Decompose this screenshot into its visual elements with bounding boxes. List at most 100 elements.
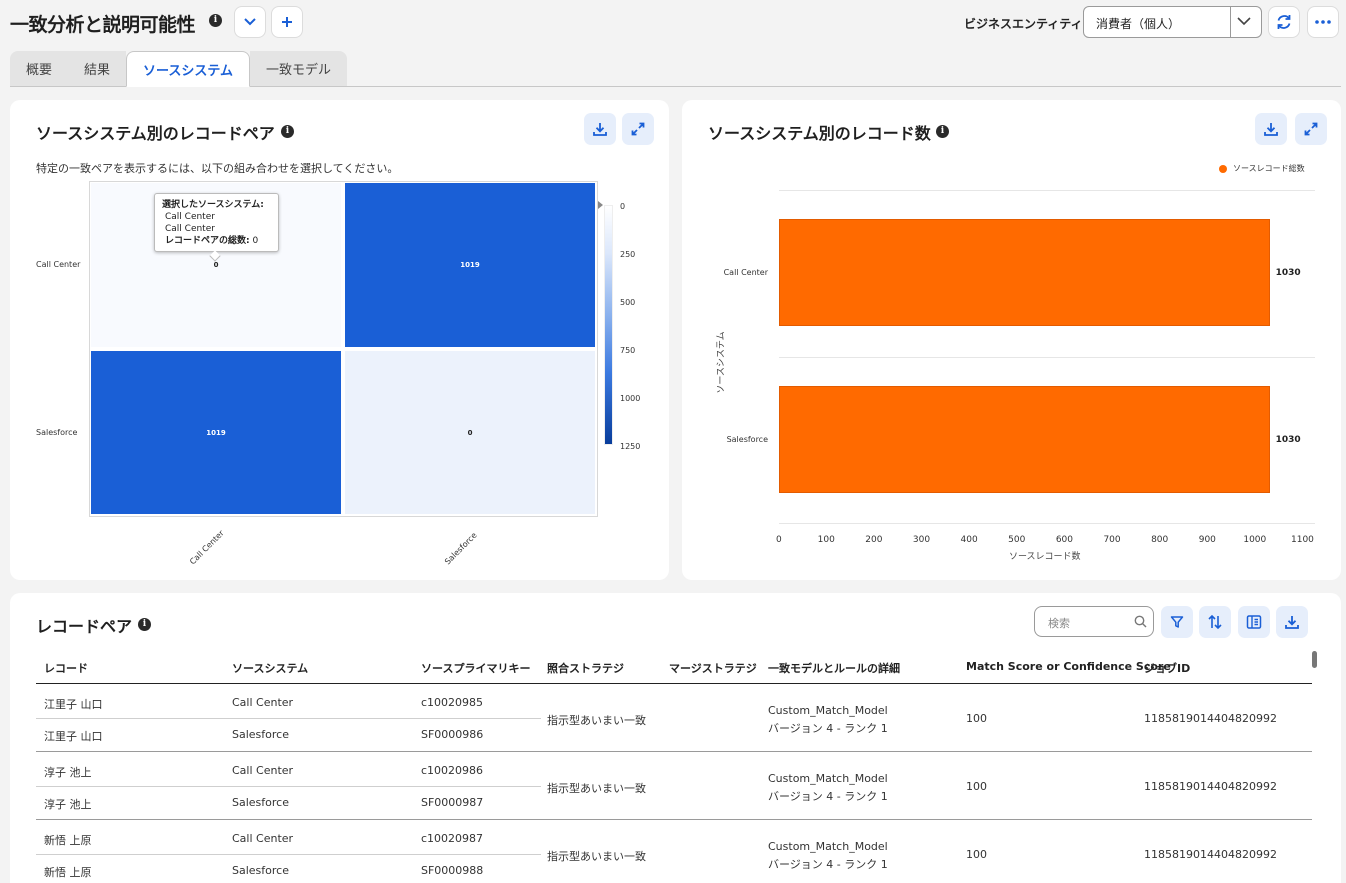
bar-value-label: 1030 xyxy=(1275,268,1301,278)
column-header-primary-key[interactable]: ソースプライマリキー xyxy=(421,660,530,676)
gridline xyxy=(779,357,1315,358)
match-model-detail: バージョン 4 - ランク 1 xyxy=(768,722,888,735)
colorbar-tick: 1250 xyxy=(620,442,641,451)
column-header-score[interactable]: Match Score or Confidence Score xyxy=(966,660,1171,673)
match-strategy: 指示型あいまい一致 xyxy=(547,714,646,727)
bar-salesforce[interactable] xyxy=(779,386,1270,493)
column-header-merge-strategy[interactable]: マージストラテジ xyxy=(669,660,757,676)
record-name: 新悟 上原 xyxy=(44,866,92,879)
primary-key: c10020985 xyxy=(421,696,484,709)
legend-marker xyxy=(1219,165,1227,173)
match-model-name: Custom_Match_Model xyxy=(768,840,888,853)
x-tick-label: 300 xyxy=(912,535,931,545)
x-tick-label: 800 xyxy=(1151,535,1169,545)
refresh-icon xyxy=(1277,15,1291,29)
job-id: 1185819014404820992 xyxy=(1144,780,1277,793)
column-header-model-rules[interactable]: 一致モデルとルールの詳細 xyxy=(768,660,900,676)
expand-menu-button[interactable] xyxy=(234,6,266,38)
business-entity-select[interactable]: 消費者（個人） xyxy=(1083,6,1262,38)
source-system: Salesforce xyxy=(232,728,289,741)
chevron-down-icon xyxy=(244,18,256,26)
match-score: 100 xyxy=(966,712,987,725)
x-tick-label: 0 xyxy=(776,535,782,545)
refresh-button[interactable] xyxy=(1268,6,1300,38)
match-model-name: Custom_Match_Model xyxy=(768,704,888,717)
match-model-detail: バージョン 4 - ランク 1 xyxy=(768,790,888,803)
heatmap-cell-callcenter-salesforce[interactable]: 1019 xyxy=(345,183,595,347)
colorbar-tick: 1000 xyxy=(620,394,641,403)
x-tick-label: 1000 xyxy=(1243,535,1267,545)
heatmap-row-label: Call Center xyxy=(36,260,81,269)
x-tick-label: 400 xyxy=(960,535,978,545)
bar-value-label: 1030 xyxy=(1275,435,1301,445)
primary-key: SF0000987 xyxy=(421,796,484,809)
business-entity-value: 消費者（個人） xyxy=(1096,17,1181,31)
add-button[interactable] xyxy=(271,6,303,38)
record-name: 新悟 上原 xyxy=(44,834,92,847)
select-divider xyxy=(1230,7,1231,37)
tab-overview[interactable]: 概要 xyxy=(10,51,69,86)
heatmap-tooltip: 選択したソースシステム: Call Center Call Center レコー… xyxy=(154,193,279,252)
row-inner-divider xyxy=(36,854,541,855)
colorbar xyxy=(604,205,613,445)
tab-source-systems[interactable]: ソースシステム xyxy=(126,51,250,87)
info-icon[interactable]: i xyxy=(936,125,949,138)
match-score: 100 xyxy=(966,848,987,861)
match-model-detail: バージョン 4 - ランク 1 xyxy=(768,858,888,871)
cell-value: 0 xyxy=(213,261,219,269)
bar-category-label: Call Center xyxy=(723,268,768,277)
primary-key: c10020986 xyxy=(421,764,484,777)
columns-button[interactable] xyxy=(1238,606,1270,638)
column-header-job-id[interactable]: ジョブID xyxy=(1144,660,1190,676)
expand-button[interactable] xyxy=(622,113,654,145)
legend-label: ソースレコード総数 xyxy=(1233,164,1305,173)
primary-key: c10020987 xyxy=(421,832,484,845)
tab-results[interactable]: 結果 xyxy=(68,51,127,86)
heatmap-row-label: Salesforce xyxy=(36,428,78,437)
row-divider xyxy=(36,819,1312,820)
x-tick-label: 700 xyxy=(1103,535,1121,545)
info-icon[interactable]: i xyxy=(209,14,222,27)
record-pairs-title: レコードペア xyxy=(36,617,133,636)
heatmap-card-title: ソースシステム別のレコードペア xyxy=(36,124,275,143)
heatmap-cell-salesforce-callcenter[interactable]: 1019 xyxy=(91,351,341,514)
record-name: 淳子 池上 xyxy=(44,798,92,811)
info-icon[interactable]: i xyxy=(281,125,294,138)
heatmap-cell-salesforce-salesforce[interactable]: 0 xyxy=(345,351,595,514)
match-score: 100 xyxy=(966,780,987,793)
bar-category-label: Salesforce xyxy=(726,435,768,444)
more-options-button[interactable] xyxy=(1307,6,1339,38)
chevron-down-icon xyxy=(1237,17,1251,26)
record-name: 淳子 池上 xyxy=(44,766,92,779)
tooltip-source-1: Call Center xyxy=(165,212,215,222)
download-button[interactable] xyxy=(584,113,616,145)
record-name: 江里子 山口 xyxy=(44,698,103,711)
tooltip-total-value: 0 xyxy=(252,236,259,246)
column-header-source-system[interactable]: ソースシステム xyxy=(232,660,308,676)
column-header-match-strategy[interactable]: 照合ストラテジ xyxy=(547,660,624,676)
download-icon xyxy=(593,123,607,136)
match-strategy: 指示型あいまい一致 xyxy=(547,850,646,863)
filter-button[interactable] xyxy=(1161,606,1193,638)
x-tick-label: 100 xyxy=(817,535,835,545)
x-tick-label: 1100 xyxy=(1291,535,1314,545)
download-button[interactable] xyxy=(1276,606,1308,638)
search-icon xyxy=(1134,615,1147,628)
gridline xyxy=(779,190,1315,191)
filter-icon xyxy=(1170,616,1184,628)
info-icon[interactable]: i xyxy=(138,618,151,631)
download-button[interactable] xyxy=(1255,113,1287,145)
search-input[interactable]: 検索 xyxy=(1034,606,1154,637)
x-tick-label: 200 xyxy=(865,535,883,545)
expand-button[interactable] xyxy=(1295,113,1327,145)
plus-icon xyxy=(282,17,292,27)
tab-match-model[interactable]: 一致モデル xyxy=(250,51,348,86)
source-system: Call Center xyxy=(232,832,294,845)
gridline xyxy=(779,523,1315,524)
more-horizontal-icon xyxy=(1315,20,1331,24)
column-header-record[interactable]: レコード xyxy=(44,660,88,676)
sort-button[interactable] xyxy=(1199,606,1231,638)
match-model-name: Custom_Match_Model xyxy=(768,772,888,785)
bar-callcenter[interactable] xyxy=(779,219,1270,326)
scrollbar[interactable] xyxy=(1312,651,1317,668)
